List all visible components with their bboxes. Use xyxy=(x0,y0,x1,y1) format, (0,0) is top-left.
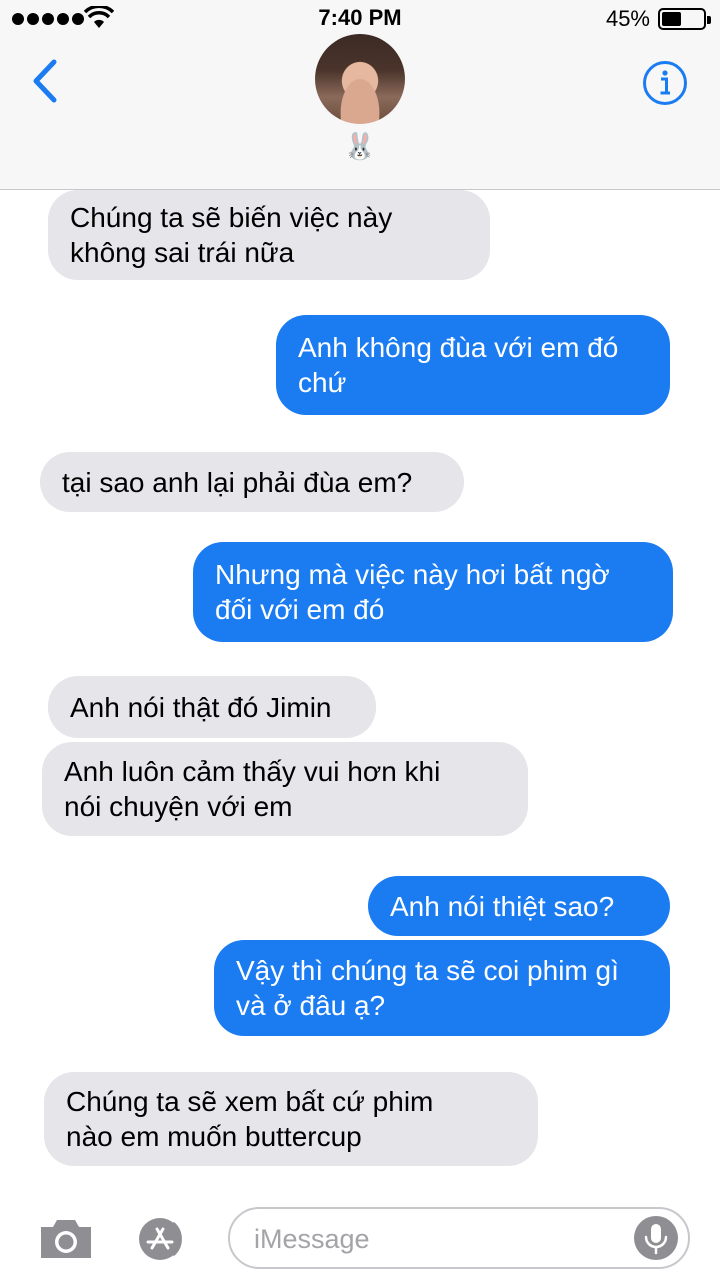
sent-message[interactable]: Nhưng mà việc này hơi bất ngờ đối với em… xyxy=(193,542,673,642)
chevron-left-icon[interactable] xyxy=(26,56,66,106)
imessage-field[interactable] xyxy=(228,1207,690,1269)
received-message[interactable]: tại sao anh lại phải đùa em? xyxy=(40,452,464,512)
contact-avatar[interactable] xyxy=(315,34,405,124)
message-input-bar xyxy=(0,1195,720,1280)
battery-icon xyxy=(658,8,711,30)
contact-name[interactable]: 🐰 xyxy=(0,132,720,162)
sent-message[interactable]: Anh nói thiệt sao? xyxy=(368,876,670,936)
received-message[interactable]: Anh luôn cảm thấy vui hơn khi nói chuyện… xyxy=(42,742,528,836)
info-icon[interactable] xyxy=(642,60,688,106)
camera-icon[interactable] xyxy=(38,1217,94,1261)
received-message[interactable]: Chúng ta sẽ biến việc này không sai trái… xyxy=(48,190,490,280)
sent-message[interactable]: Anh không đùa với em đó chứ xyxy=(276,315,670,415)
received-message[interactable]: Anh nói thật đó Jimin xyxy=(48,676,376,738)
message-text-input[interactable] xyxy=(254,1221,614,1257)
microphone-icon[interactable] xyxy=(634,1216,678,1260)
app-store-icon[interactable] xyxy=(132,1217,194,1261)
conversation-header: 🐰 xyxy=(0,34,720,190)
sent-message[interactable]: Vậy thì chúng ta sẽ coi phim gì và ở đâu… xyxy=(214,940,670,1036)
battery-percent: 45% xyxy=(605,6,650,31)
received-message[interactable]: Chúng ta sẽ xem bất cứ phim nào em muốn … xyxy=(44,1072,538,1166)
